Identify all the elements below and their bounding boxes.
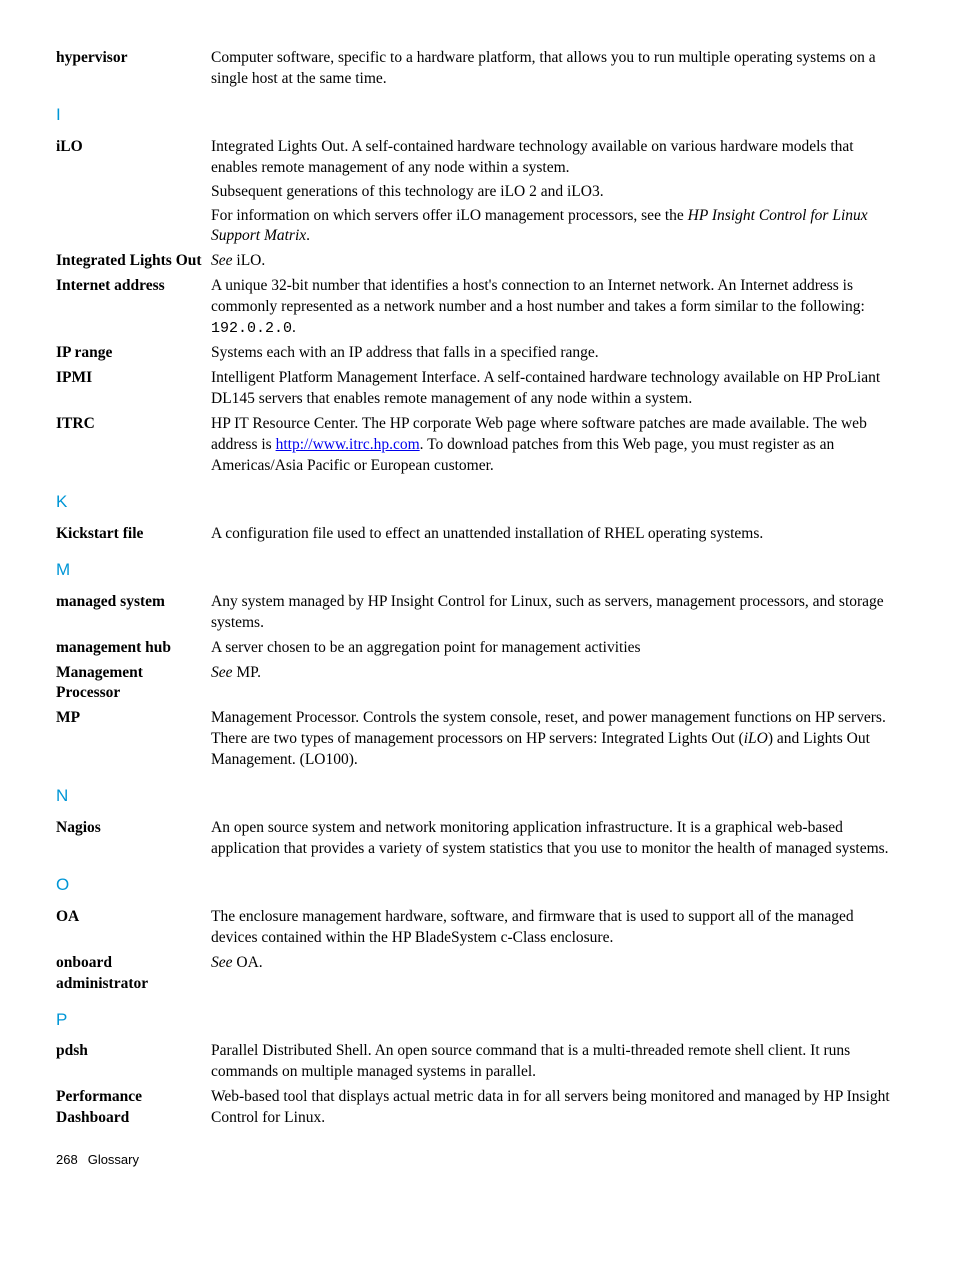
glossary-definition: A unique 32-bit number that identifies a… xyxy=(211,276,898,339)
section-heading-o: O xyxy=(56,874,898,897)
glossary-term: Management Processor xyxy=(56,663,211,705)
glossary-term: Integrated Lights Out xyxy=(56,251,211,272)
section-heading-p: P xyxy=(56,1009,898,1032)
glossary-definition: See OA. xyxy=(211,953,898,995)
glossary-definition: See iLO. xyxy=(211,251,898,272)
definition-paragraph: For information on which servers offer i… xyxy=(211,206,898,248)
glossary-entry: OAThe enclosure management hardware, sof… xyxy=(56,907,898,949)
glossary-entry: Kickstart fileA configuration file used … xyxy=(56,524,898,545)
monospace-text: 192.0.2.0 xyxy=(211,320,292,337)
definition-paragraph: A server chosen to be an aggregation poi… xyxy=(211,638,898,659)
glossary-definition: An open source system and network monito… xyxy=(211,818,898,860)
definition-paragraph: See iLO. xyxy=(211,251,898,272)
glossary-definition: HP IT Resource Center. The HP corporate … xyxy=(211,414,898,477)
glossary-definition: Intelligent Platform Management Interfac… xyxy=(211,368,898,410)
definition-paragraph: Web-based tool that displays actual metr… xyxy=(211,1087,898,1129)
glossary-term: hypervisor xyxy=(56,48,211,90)
glossary-entry: Integrated Lights OutSee iLO. xyxy=(56,251,898,272)
section-heading-k: K xyxy=(56,491,898,514)
glossary-term: IPMI xyxy=(56,368,211,410)
see-reference: See xyxy=(211,664,233,681)
definition-paragraph: Systems each with an IP address that fal… xyxy=(211,343,898,364)
definition-paragraph: Management Processor. Controls the syste… xyxy=(211,708,898,771)
section-heading-i: I xyxy=(56,104,898,127)
external-link[interactable]: http://www.itrc.hp.com xyxy=(276,436,420,453)
glossary-term: Internet address xyxy=(56,276,211,339)
glossary-term: management hub xyxy=(56,638,211,659)
glossary-entry: managed systemAny system managed by HP I… xyxy=(56,592,898,634)
glossary-entry: IPMIIntelligent Platform Management Inte… xyxy=(56,368,898,410)
glossary-body: hypervisorComputer software, specific to… xyxy=(56,48,898,1129)
glossary-term: ITRC xyxy=(56,414,211,477)
glossary-term: MP xyxy=(56,708,211,771)
page-number: 268 xyxy=(56,1152,78,1167)
definition-paragraph: Any system managed by HP Insight Control… xyxy=(211,592,898,634)
glossary-definition: Management Processor. Controls the syste… xyxy=(211,708,898,771)
glossary-term: onboard administrator xyxy=(56,953,211,995)
glossary-term: Performance Dashboard xyxy=(56,1087,211,1129)
glossary-term: pdsh xyxy=(56,1041,211,1083)
glossary-definition: Computer software, specific to a hardwar… xyxy=(211,48,898,90)
glossary-definition: Web-based tool that displays actual metr… xyxy=(211,1087,898,1129)
definition-paragraph: See OA. xyxy=(211,953,898,974)
glossary-definition: Any system managed by HP Insight Control… xyxy=(211,592,898,634)
definition-paragraph: Integrated Lights Out. A self-contained … xyxy=(211,137,898,179)
glossary-entry: hypervisorComputer software, specific to… xyxy=(56,48,898,90)
footer-section: Glossary xyxy=(88,1152,139,1167)
definition-paragraph: The enclosure management hardware, softw… xyxy=(211,907,898,949)
glossary-entry: ITRCHP IT Resource Center. The HP corpor… xyxy=(56,414,898,477)
glossary-entry: NagiosAn open source system and network … xyxy=(56,818,898,860)
glossary-definition: The enclosure management hardware, softw… xyxy=(211,907,898,949)
glossary-definition: See MP. xyxy=(211,663,898,705)
definition-paragraph: A configuration file used to effect an u… xyxy=(211,524,898,545)
definition-paragraph: HP IT Resource Center. The HP corporate … xyxy=(211,414,898,477)
section-heading-m: M xyxy=(56,559,898,582)
glossary-term: managed system xyxy=(56,592,211,634)
glossary-entry: Internet addressA unique 32-bit number t… xyxy=(56,276,898,339)
glossary-entry: pdshParallel Distributed Shell. An open … xyxy=(56,1041,898,1083)
glossary-definition: A configuration file used to effect an u… xyxy=(211,524,898,545)
glossary-term: IP range xyxy=(56,343,211,364)
glossary-definition: Parallel Distributed Shell. An open sour… xyxy=(211,1041,898,1083)
glossary-definition: A server chosen to be an aggregation poi… xyxy=(211,638,898,659)
glossary-entry: management hubA server chosen to be an a… xyxy=(56,638,898,659)
glossary-term: iLO xyxy=(56,137,211,248)
glossary-definition: Integrated Lights Out. A self-contained … xyxy=(211,137,898,248)
page-footer: 268 Glossary xyxy=(56,1151,898,1169)
definition-paragraph: Intelligent Platform Management Interfac… xyxy=(211,368,898,410)
definition-paragraph: See MP. xyxy=(211,663,898,684)
glossary-entry: Management ProcessorSee MP. xyxy=(56,663,898,705)
glossary-entry: onboard administratorSee OA. xyxy=(56,953,898,995)
definition-paragraph: Computer software, specific to a hardwar… xyxy=(211,48,898,90)
glossary-entry: Performance DashboardWeb-based tool that… xyxy=(56,1087,898,1129)
definition-paragraph: A unique 32-bit number that identifies a… xyxy=(211,276,898,339)
glossary-entry: MPManagement Processor. Controls the sys… xyxy=(56,708,898,771)
glossary-term: Nagios xyxy=(56,818,211,860)
definition-paragraph: Subsequent generations of this technolog… xyxy=(211,182,898,203)
glossary-entry: IP rangeSystems each with an IP address … xyxy=(56,343,898,364)
glossary-entry: iLOIntegrated Lights Out. A self-contain… xyxy=(56,137,898,248)
glossary-term: OA xyxy=(56,907,211,949)
definition-paragraph: Parallel Distributed Shell. An open sour… xyxy=(211,1041,898,1083)
glossary-term: Kickstart file xyxy=(56,524,211,545)
italic-text: HP Insight Control for Linux Support Mat… xyxy=(211,207,868,245)
definition-paragraph: An open source system and network monito… xyxy=(211,818,898,860)
see-reference: See xyxy=(211,954,233,971)
see-reference: See xyxy=(211,252,233,269)
glossary-definition: Systems each with an IP address that fal… xyxy=(211,343,898,364)
section-heading-n: N xyxy=(56,785,898,808)
italic-text: iLO xyxy=(744,730,768,747)
